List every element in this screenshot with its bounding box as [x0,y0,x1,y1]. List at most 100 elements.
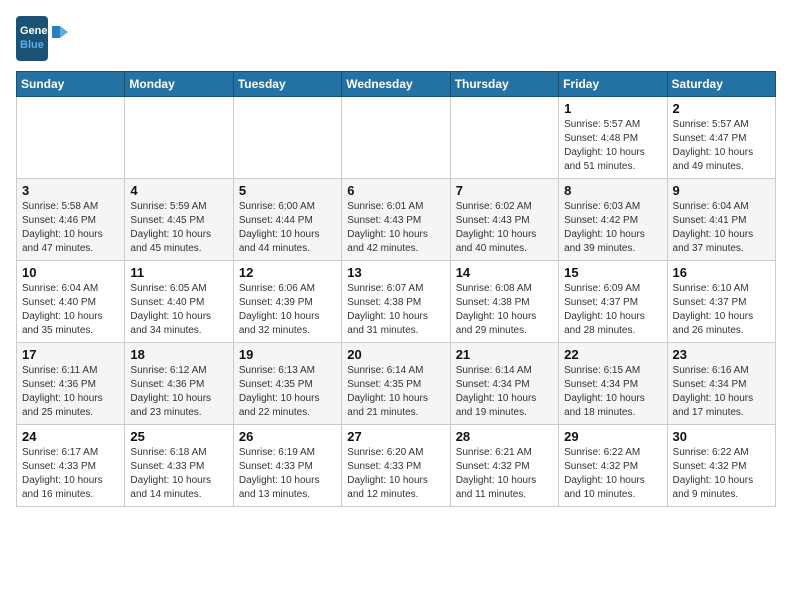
day-cell: 4 Sunrise: 5:59 AM Sunset: 4:45 PM Daylig… [125,179,233,261]
day-cell [342,97,450,179]
day-info: Sunrise: 5:57 AM Sunset: 4:47 PM Dayligh… [673,118,770,174]
day-info: Sunrise: 6:22 AM Sunset: 4:32 PM Dayligh… [673,446,770,502]
page: GeneralBlue SundayMondayTuesdayWednesday… [0,0,792,517]
day-info: Sunrise: 5:58 AM Sunset: 4:46 PM Dayligh… [22,200,119,256]
day-number: 18 [130,347,227,362]
col-header-sunday: Sunday [17,72,125,97]
day-number: 15 [564,265,661,280]
week-row-1: 3 Sunrise: 5:58 AM Sunset: 4:46 PM Daylig… [17,179,776,261]
day-info: Sunrise: 6:01 AM Sunset: 4:43 PM Dayligh… [347,200,444,256]
day-cell: 3 Sunrise: 5:58 AM Sunset: 4:46 PM Daylig… [17,179,125,261]
col-header-tuesday: Tuesday [233,72,341,97]
day-info: Sunrise: 6:13 AM Sunset: 4:35 PM Dayligh… [239,364,336,420]
day-info: Sunrise: 6:15 AM Sunset: 4:34 PM Dayligh… [564,364,661,420]
day-cell: 15 Sunrise: 6:09 AM Sunset: 4:37 PM Dayli… [559,261,667,343]
day-cell [17,97,125,179]
header-row: SundayMondayTuesdayWednesdayThursdayFrid… [17,72,776,97]
day-number: 5 [239,183,336,198]
day-cell: 25 Sunrise: 6:18 AM Sunset: 4:33 PM Dayli… [125,425,233,507]
day-number: 12 [239,265,336,280]
day-info: Sunrise: 6:03 AM Sunset: 4:42 PM Dayligh… [564,200,661,256]
col-header-wednesday: Wednesday [342,72,450,97]
day-number: 11 [130,265,227,280]
day-cell: 26 Sunrise: 6:19 AM Sunset: 4:33 PM Dayli… [233,425,341,507]
day-number: 24 [22,429,119,444]
day-info: Sunrise: 5:59 AM Sunset: 4:45 PM Dayligh… [130,200,227,256]
day-cell: 20 Sunrise: 6:14 AM Sunset: 4:35 PM Dayli… [342,343,450,425]
day-info: Sunrise: 6:10 AM Sunset: 4:37 PM Dayligh… [673,282,770,338]
col-header-monday: Monday [125,72,233,97]
day-info: Sunrise: 6:11 AM Sunset: 4:36 PM Dayligh… [22,364,119,420]
day-cell: 2 Sunrise: 5:57 AM Sunset: 4:47 PM Daylig… [667,97,775,179]
day-cell: 8 Sunrise: 6:03 AM Sunset: 4:42 PM Daylig… [559,179,667,261]
svg-text:Blue: Blue [20,39,44,51]
day-info: Sunrise: 6:14 AM Sunset: 4:35 PM Dayligh… [347,364,444,420]
day-info: Sunrise: 6:20 AM Sunset: 4:33 PM Dayligh… [347,446,444,502]
day-cell: 24 Sunrise: 6:17 AM Sunset: 4:33 PM Dayli… [17,425,125,507]
col-header-thursday: Thursday [450,72,558,97]
day-info: Sunrise: 6:00 AM Sunset: 4:44 PM Dayligh… [239,200,336,256]
day-info: Sunrise: 6:21 AM Sunset: 4:32 PM Dayligh… [456,446,553,502]
day-cell: 10 Sunrise: 6:04 AM Sunset: 4:40 PM Dayli… [17,261,125,343]
day-number: 21 [456,347,553,362]
day-info: Sunrise: 6:04 AM Sunset: 4:40 PM Dayligh… [22,282,119,338]
day-info: Sunrise: 6:22 AM Sunset: 4:32 PM Dayligh… [564,446,661,502]
day-cell [125,97,233,179]
day-number: 1 [564,101,661,116]
day-cell: 22 Sunrise: 6:15 AM Sunset: 4:34 PM Dayli… [559,343,667,425]
day-info: Sunrise: 6:17 AM Sunset: 4:33 PM Dayligh… [22,446,119,502]
day-info: Sunrise: 6:08 AM Sunset: 4:38 PM Dayligh… [456,282,553,338]
day-number: 17 [22,347,119,362]
day-info: Sunrise: 6:14 AM Sunset: 4:34 PM Dayligh… [456,364,553,420]
week-row-4: 24 Sunrise: 6:17 AM Sunset: 4:33 PM Dayli… [17,425,776,507]
day-info: Sunrise: 6:04 AM Sunset: 4:41 PM Dayligh… [673,200,770,256]
day-number: 2 [673,101,770,116]
day-cell: 11 Sunrise: 6:05 AM Sunset: 4:40 PM Dayli… [125,261,233,343]
day-number: 4 [130,183,227,198]
week-row-2: 10 Sunrise: 6:04 AM Sunset: 4:40 PM Dayli… [17,261,776,343]
col-header-saturday: Saturday [667,72,775,97]
day-info: Sunrise: 6:12 AM Sunset: 4:36 PM Dayligh… [130,364,227,420]
day-cell: 27 Sunrise: 6:20 AM Sunset: 4:33 PM Dayli… [342,425,450,507]
day-number: 28 [456,429,553,444]
day-cell: 21 Sunrise: 6:14 AM Sunset: 4:34 PM Dayli… [450,343,558,425]
day-number: 19 [239,347,336,362]
day-number: 27 [347,429,444,444]
day-info: Sunrise: 5:57 AM Sunset: 4:48 PM Dayligh… [564,118,661,174]
day-number: 20 [347,347,444,362]
day-info: Sunrise: 6:05 AM Sunset: 4:40 PM Dayligh… [130,282,227,338]
day-number: 14 [456,265,553,280]
day-cell: 9Sunrise: 6:04 AM Sunset: 4:41 PM Daylig… [667,179,775,261]
day-cell: 14 Sunrise: 6:08 AM Sunset: 4:38 PM Dayli… [450,261,558,343]
header: GeneralBlue [16,16,776,61]
day-number: 8 [564,183,661,198]
day-cell: 6 Sunrise: 6:01 AM Sunset: 4:43 PM Daylig… [342,179,450,261]
day-info: Sunrise: 6:09 AM Sunset: 4:37 PM Dayligh… [564,282,661,338]
day-number: 30 [673,429,770,444]
day-number: 6 [347,183,444,198]
day-number: 22 [564,347,661,362]
day-info: Sunrise: 6:18 AM Sunset: 4:33 PM Dayligh… [130,446,227,502]
week-row-3: 17 Sunrise: 6:11 AM Sunset: 4:36 PM Dayli… [17,343,776,425]
day-cell: 16 Sunrise: 6:10 AM Sunset: 4:37 PM Dayli… [667,261,775,343]
day-info: Sunrise: 6:16 AM Sunset: 4:34 PM Dayligh… [673,364,770,420]
day-number: 29 [564,429,661,444]
logo: GeneralBlue [16,16,96,61]
day-number: 26 [239,429,336,444]
day-info: Sunrise: 6:07 AM Sunset: 4:38 PM Dayligh… [347,282,444,338]
day-info: Sunrise: 6:02 AM Sunset: 4:43 PM Dayligh… [456,200,553,256]
col-header-friday: Friday [559,72,667,97]
day-cell [450,97,558,179]
day-cell: 30 Sunrise: 6:22 AM Sunset: 4:32 PM Dayli… [667,425,775,507]
day-cell: 28 Sunrise: 6:21 AM Sunset: 4:32 PM Dayli… [450,425,558,507]
day-cell [233,97,341,179]
day-number: 13 [347,265,444,280]
day-info: Sunrise: 6:19 AM Sunset: 4:33 PM Dayligh… [239,446,336,502]
day-number: 25 [130,429,227,444]
day-info: Sunrise: 6:06 AM Sunset: 4:39 PM Dayligh… [239,282,336,338]
day-number: 23 [673,347,770,362]
day-number: 10 [22,265,119,280]
day-cell: 7Sunrise: 6:02 AM Sunset: 4:43 PM Daylig… [450,179,558,261]
day-number: 16 [673,265,770,280]
day-number: 3 [22,183,119,198]
